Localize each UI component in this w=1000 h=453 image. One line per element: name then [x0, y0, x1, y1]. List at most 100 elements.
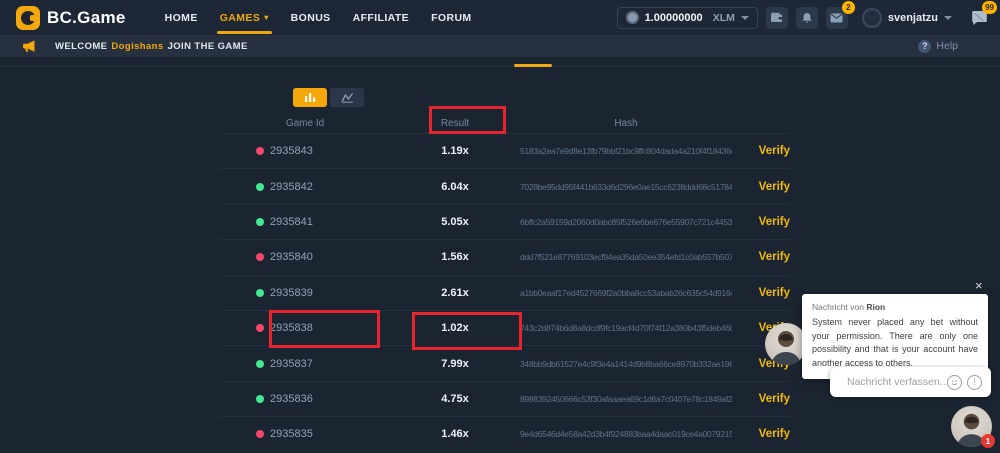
bcgame-logo[interactable]: BC.Game: [16, 6, 126, 30]
welcome-username[interactable]: Dogishans: [111, 41, 163, 52]
verify-link[interactable]: Verify: [732, 393, 790, 405]
top-bar: BC.Game HOME GAMES ▾ BONUS AFFILIATE: [0, 0, 1000, 35]
verify-link[interactable]: Verify: [732, 251, 790, 263]
coin-icon: [626, 11, 639, 24]
nav-item[interactable]: AFFILIATE: [342, 0, 420, 35]
tab-strip: [0, 57, 1000, 67]
bell-icon: [801, 12, 813, 24]
join-text: JOIN THE GAME: [168, 41, 248, 52]
mail-icon: [830, 13, 843, 23]
status-dot: [256, 395, 264, 403]
result-value: 1.56x: [390, 251, 520, 263]
game-history-table: Game Id Result Hash 2935843 1.19x 5183a2…: [220, 113, 790, 452]
info-icon[interactable]: !: [967, 375, 982, 390]
unread-count-badge: 1: [981, 434, 995, 448]
hash-value: 5183a2ea7e9d8e13fb79bbf21bc9ffc804dada4a…: [520, 146, 732, 156]
hash-value: 8988392450666c53f30afaaaea69c1d6a7c0407e…: [520, 394, 732, 404]
status-dot: [256, 430, 264, 438]
notifications-button[interactable]: [796, 7, 818, 29]
chat-input-box: !: [830, 367, 991, 397]
nav-item-label: GAMES: [220, 12, 261, 24]
table-row: 2935835 1.46x 9e4d6546d4e58a42d3b4f92488…: [220, 416, 790, 451]
result-value: 7.99x: [390, 358, 520, 370]
header-game-id: Game Id: [220, 118, 390, 129]
header-hash: Hash: [520, 118, 732, 129]
nav-item-label: FORUM: [431, 12, 472, 24]
chat-badge: 99: [982, 1, 997, 14]
view-toggles: [293, 88, 1000, 107]
balance-currency: XLM: [713, 12, 735, 24]
verify-link[interactable]: Verify: [732, 216, 790, 228]
status-dot: [256, 253, 264, 261]
game-id: 2935841: [270, 216, 313, 228]
result-value: 1.02x: [390, 322, 520, 334]
result-value: 5.05x: [390, 216, 520, 228]
table-row: 2935842 6.04x 7028be95dd95f441b633d6d296…: [220, 168, 790, 203]
nav-item-label: BONUS: [291, 12, 331, 24]
bar-chart-icon: [304, 92, 317, 103]
table-row: 2935840 1.56x ddd7f521e87769103ecf94ea35…: [220, 239, 790, 274]
mail-badge: 2: [842, 1, 855, 14]
result-value: 4.75x: [390, 393, 520, 405]
chat-sender-avatar[interactable]: [765, 323, 807, 365]
status-dot: [256, 324, 264, 332]
game-id: 2935843: [270, 145, 313, 157]
verify-link[interactable]: Verify: [732, 428, 790, 440]
bcgame-logo-icon: [16, 6, 40, 30]
verify-link[interactable]: Verify: [732, 287, 790, 299]
balance-selector[interactable]: 1.00000000 XLM: [617, 7, 758, 29]
table-row: 2935843 1.19x 5183a2ea7e9d8e13fb79bbf21b…: [220, 133, 790, 168]
megaphone-icon: [22, 40, 37, 53]
status-dot: [256, 360, 264, 368]
hash-value: 743c2d874b6d8a8dcdf9fc19acf4d70f74f12a38…: [520, 323, 732, 333]
verify-link[interactable]: Verify: [732, 145, 790, 157]
bar-view-button[interactable]: [293, 88, 327, 107]
wallet-icon: [770, 12, 783, 23]
user-menu[interactable]: svenjatzu: [862, 8, 952, 28]
nav-item[interactable]: HOME: [154, 0, 209, 35]
verify-link[interactable]: Verify: [732, 181, 790, 193]
trend-line-icon: [341, 92, 354, 103]
hash-value: 348bb9db61527e4c9f3e4a1414d9b8ba66ce8970…: [520, 359, 732, 369]
nav-item[interactable]: FORUM: [420, 0, 483, 35]
status-dot: [256, 218, 264, 226]
chat-launcher[interactable]: 1: [951, 406, 992, 447]
welcome-text: WELCOME: [55, 41, 107, 52]
header-result: Result: [390, 118, 520, 129]
game-id: 2935837: [270, 358, 313, 370]
question-mark-icon: ?: [918, 40, 931, 53]
chat-message-input[interactable]: [830, 376, 947, 388]
chevron-down-icon: [944, 16, 952, 20]
messages-button[interactable]: 2: [826, 7, 848, 29]
chat-panel-toggle[interactable]: 99: [968, 7, 990, 29]
balance-amount: 1.00000000: [645, 12, 703, 24]
username: svenjatzu: [888, 12, 938, 24]
logo-text: BC.Game: [47, 8, 126, 28]
chevron-down-icon: ▾: [264, 13, 268, 22]
nav-item[interactable]: BONUS: [280, 0, 342, 35]
table-row: 2935836 4.75x 8988392450666c53f30afaaaea…: [220, 381, 790, 416]
table-row: 2935839 2.61x a1bb0eaaf17ed4527669f2a0bb…: [220, 275, 790, 310]
nav-item-label: AFFILIATE: [353, 12, 409, 24]
table-header-row: Game Id Result Hash: [220, 113, 790, 133]
status-dot: [256, 147, 264, 155]
main-nav: HOME GAMES ▾ BONUS AFFILIATE FORUM: [154, 0, 483, 35]
hash-value: 7028be95dd95f441b633d6d296e0ae15cc6238dd…: [520, 182, 732, 192]
status-dot: [256, 183, 264, 191]
table-row: 2935837 7.99x 348bb9db61527e4c9f3e4a1414…: [220, 345, 790, 380]
wallet-button[interactable]: [766, 7, 788, 29]
table-row: 2935838 1.02x 743c2d874b6d8a8dcdf9fc19ac…: [220, 310, 790, 345]
hash-value: a1bb0eaaf17ed4527669f2a0bba8cc53abab26c6…: [520, 288, 732, 298]
nav-item[interactable]: GAMES ▾: [209, 0, 280, 35]
result-value: 1.19x: [390, 145, 520, 157]
close-icon[interactable]: ×: [975, 279, 983, 292]
result-value: 1.46x: [390, 428, 520, 440]
nav-item-label: HOME: [165, 12, 198, 24]
trend-view-button[interactable]: [330, 88, 364, 107]
hash-value: 9e4d6546d4e58a42d3b4f924883baa4daac019ce…: [520, 429, 732, 439]
help-link[interactable]: ? Help: [918, 40, 958, 53]
chat-message-from: Nachricht von Rion: [812, 302, 978, 312]
user-avatar: [862, 8, 882, 28]
game-id: 2935836: [270, 393, 313, 405]
emoji-icon[interactable]: [947, 375, 962, 390]
